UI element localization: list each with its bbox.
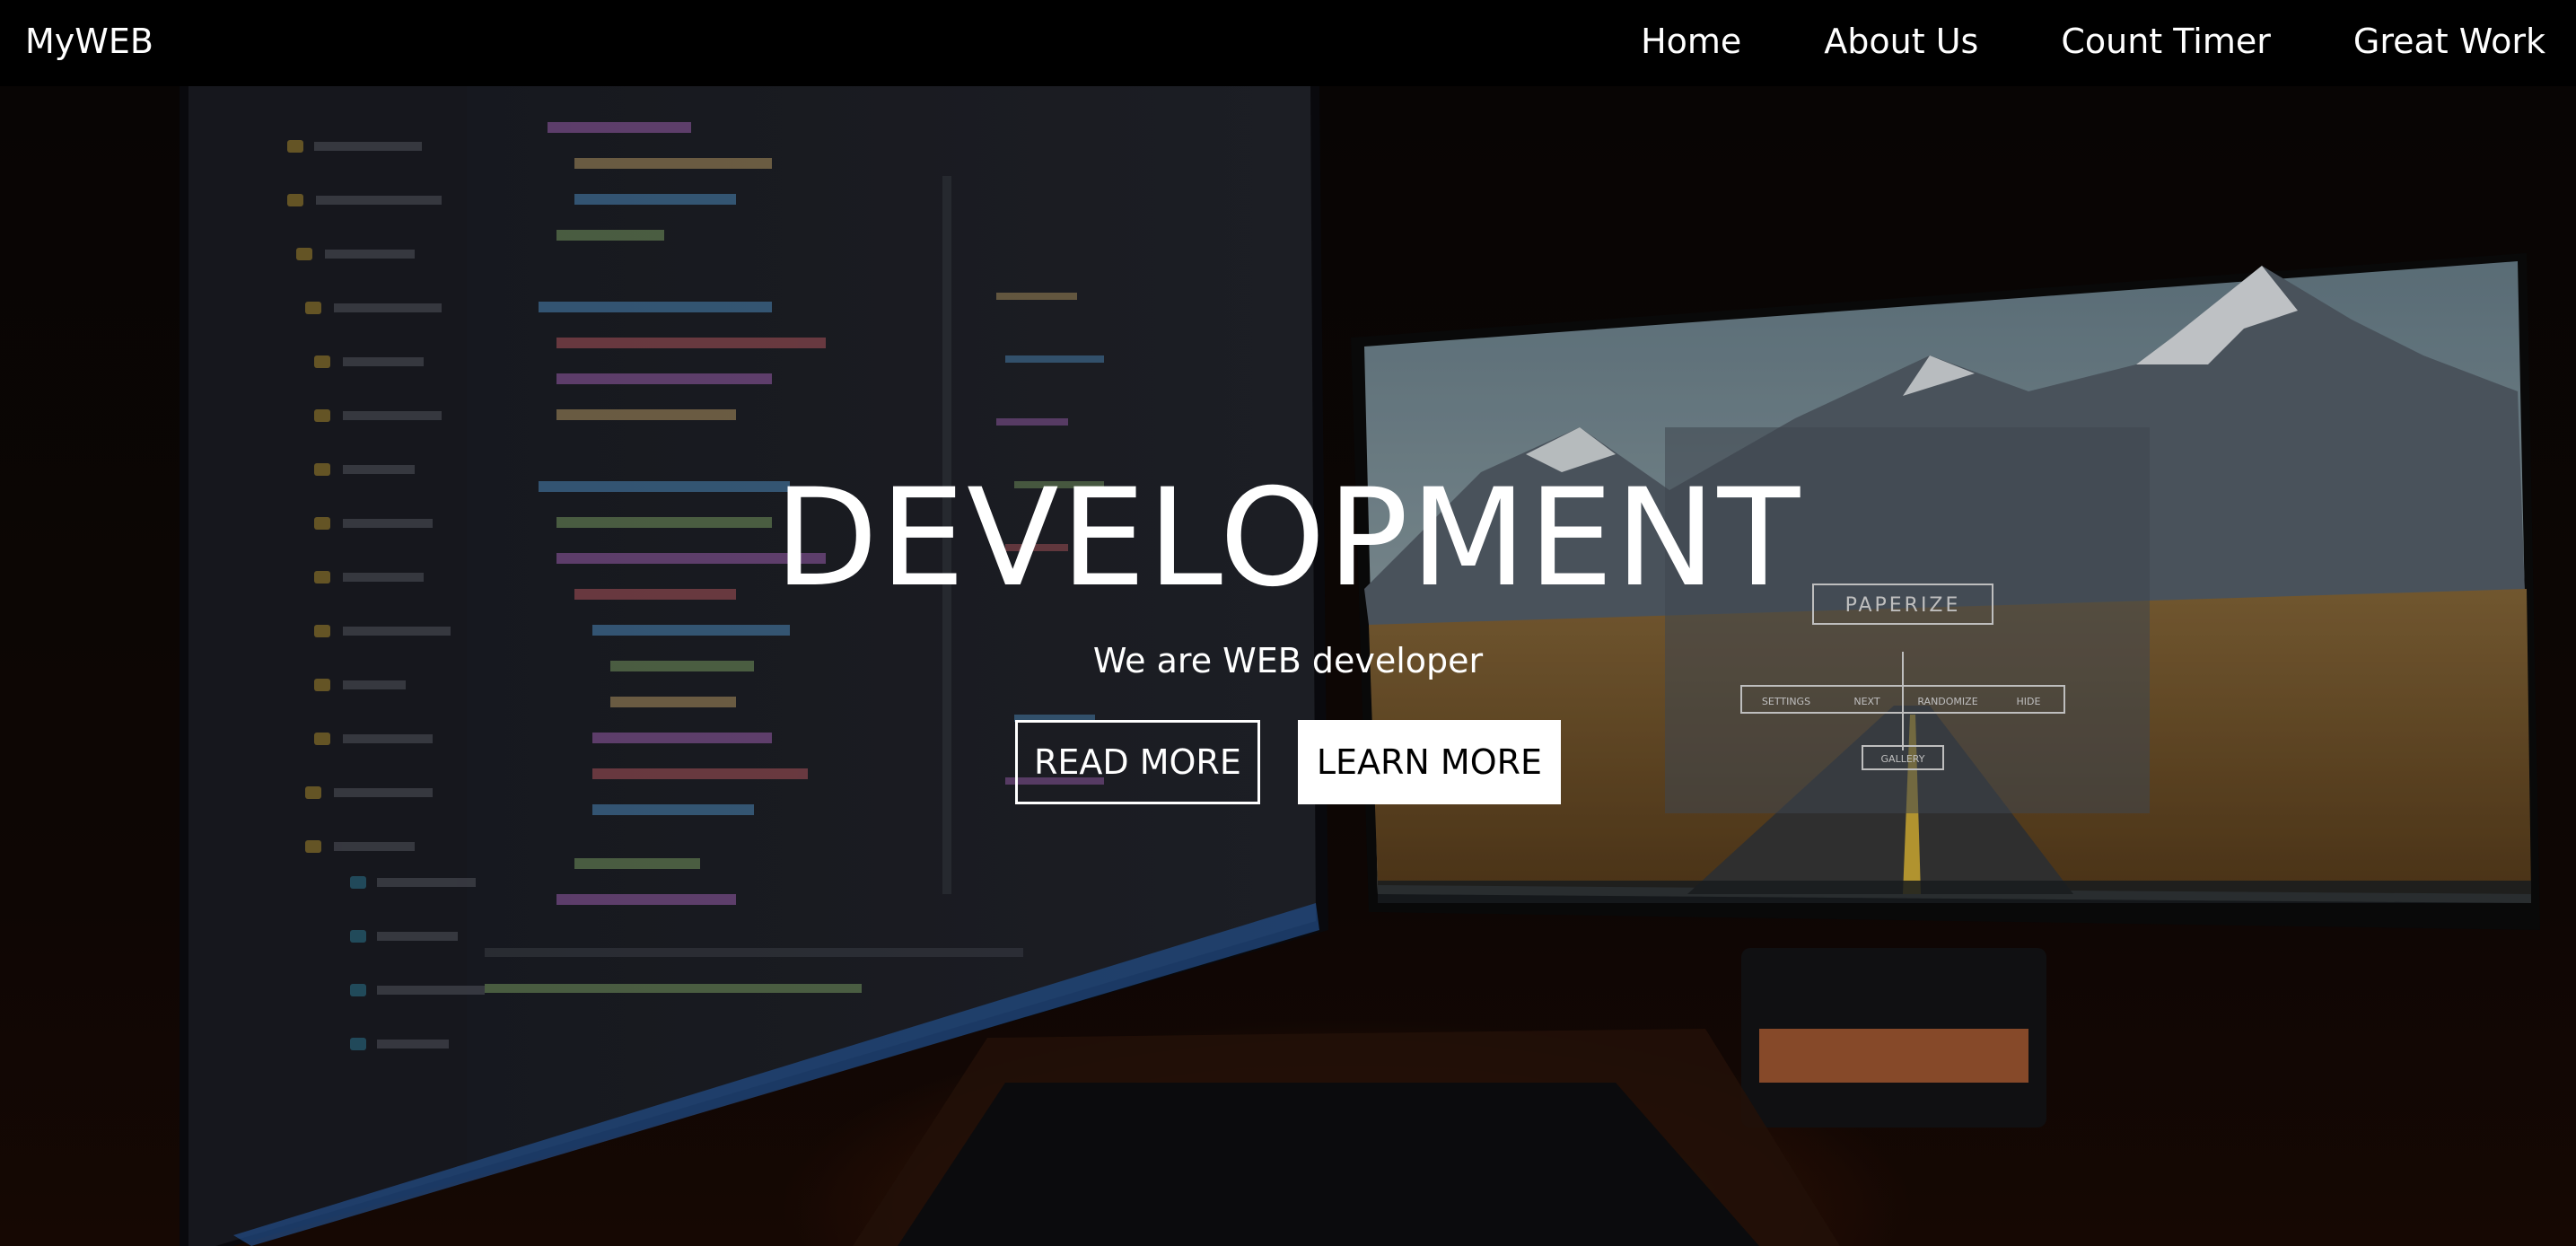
brand-logo[interactable]: MyWEB xyxy=(25,18,153,65)
hero-subtitle: We are WEB developer xyxy=(1092,641,1484,680)
hero-section: DEVELOPMENT We are WEB developer READ MO… xyxy=(0,449,2576,804)
hero-buttons: READ MORE LEARN MORE xyxy=(0,720,2576,804)
top-navbar: MyWEB Home About Us Count Timer Great Wo… xyxy=(0,0,2576,86)
nav-links: Home About Us Count Timer Great Work xyxy=(1641,18,2545,65)
nav-link-great-work[interactable]: Great Work xyxy=(2353,18,2545,65)
read-more-button[interactable]: READ MORE xyxy=(1014,720,1260,804)
page: PAPERIZE SETTINGS NEXT RANDOMIZE HIDE GA… xyxy=(0,0,2576,1246)
learn-more-button[interactable]: LEARN MORE xyxy=(1297,720,1562,804)
hero-title: DEVELOPMENT xyxy=(774,461,1802,617)
nav-link-about-us[interactable]: About Us xyxy=(1824,18,1978,65)
nav-link-count-timer[interactable]: Count Timer xyxy=(2061,18,2271,65)
nav-link-home[interactable]: Home xyxy=(1641,18,1741,65)
